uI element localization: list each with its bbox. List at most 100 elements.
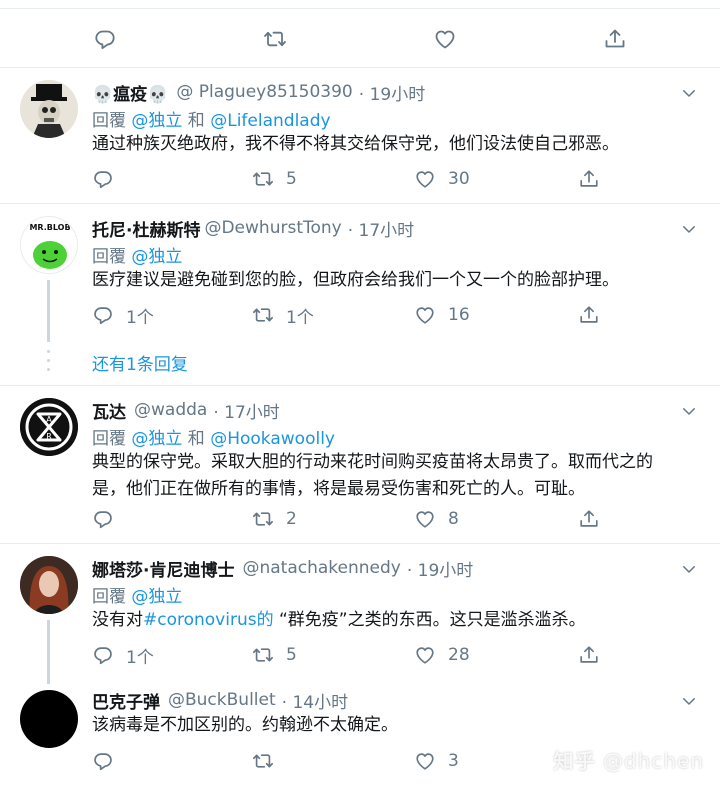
- like-count: 8: [448, 509, 459, 529]
- retweet-icon: [252, 508, 274, 530]
- share-icon: [578, 168, 600, 190]
- user-handle[interactable]: @natachakennedy: [242, 558, 400, 578]
- chevron-down-icon[interactable]: [680, 692, 698, 710]
- reply-label: 回覆: [92, 111, 132, 131]
- show-more-replies-link[interactable]: 还有1条回复: [92, 350, 188, 375]
- like-count: 30: [448, 169, 470, 189]
- avatar[interactable]: [20, 80, 78, 138]
- user-handle[interactable]: @DewhurstTony: [204, 218, 341, 238]
- display-name[interactable]: 瓦达: [92, 398, 126, 423]
- chevron-down-icon[interactable]: [680, 402, 698, 420]
- chevron-down-icon[interactable]: [680, 560, 698, 578]
- like-button[interactable]: 16: [414, 302, 470, 328]
- retweet-button[interactable]: 5: [252, 642, 297, 668]
- like-button[interactable]: 3: [414, 748, 459, 774]
- share-button[interactable]: [578, 302, 600, 328]
- display-name[interactable]: 巴克子弹: [92, 688, 160, 713]
- retweet-button[interactable]: 5: [252, 166, 297, 192]
- reply-button[interactable]: 1个: [92, 642, 154, 668]
- tweet-card[interactable]: 娜塔莎·肯尼迪博士 @natachakennedy · 19小时 回覆 @独立 …: [0, 544, 720, 684]
- tweet-text: 典型的保守党。采取大胆的行动来花时间购买疫苗将太昂贵了。取而代之的 是，他们正在…: [92, 449, 707, 503]
- thread-dot: [47, 359, 50, 362]
- tweet-text-segment: 没有对: [92, 610, 143, 630]
- mention-link[interactable]: @Lifelandlady: [210, 111, 330, 131]
- divider: [0, 8, 720, 9]
- reply-and: 和: [182, 429, 211, 449]
- timestamp[interactable]: · 19小时: [359, 80, 425, 105]
- tweet-text-line: 是，他们正在做所有的事情，将是最易受伤害和死亡的人。可耻。: [92, 479, 585, 499]
- previous-tweet-action-bar: [0, 0, 720, 68]
- share-button[interactable]: [578, 642, 600, 668]
- retweet-icon[interactable]: [260, 24, 290, 54]
- chevron-down-icon[interactable]: [680, 220, 698, 238]
- tweet-text-line: 典型的保守党。采取大胆的行动来花时间购买疫苗将太昂贵了。取而代之的: [92, 452, 653, 472]
- display-name[interactable]: 💀瘟疫💀: [92, 80, 168, 105]
- mention-link[interactable]: @独立: [131, 429, 182, 449]
- chevron-down-icon[interactable]: [680, 84, 698, 102]
- mr-blob-avatar-image: MR.BLOB: [21, 217, 77, 273]
- like-icon[interactable]: [430, 24, 460, 54]
- hashtag-link[interactable]: #coronovirus的: [143, 610, 274, 630]
- reply-button[interactable]: 1个: [92, 302, 154, 328]
- reply-count: 1个: [126, 647, 154, 668]
- like-button[interactable]: 28: [414, 642, 470, 668]
- reply-button[interactable]: [92, 506, 114, 532]
- like-button[interactable]: 30: [414, 166, 470, 192]
- tweet-card[interactable]: 💀瘟疫💀 @ Plaguey85150390 · 19小时 回覆 @独立 和 @…: [0, 68, 720, 204]
- thread-dot: [47, 368, 50, 371]
- tweet-text: 没有对#coronovirus的 “群免疫”之类的东西。这只是滥杀滥杀。: [92, 607, 707, 634]
- like-icon: [414, 750, 436, 772]
- thread-line: [47, 280, 50, 342]
- avatar[interactable]: A R: [20, 398, 78, 456]
- timestamp[interactable]: · 17小时: [348, 216, 414, 241]
- share-icon[interactable]: [600, 24, 630, 54]
- xr-logo-avatar-image: A R: [20, 398, 78, 456]
- display-name[interactable]: 娜塔莎·肯尼迪博士: [92, 556, 234, 581]
- retweet-icon: [252, 644, 274, 666]
- avatar[interactable]: [20, 690, 78, 748]
- user-handle[interactable]: @ Plaguey85150390: [176, 82, 352, 102]
- retweet-count: 5: [286, 645, 297, 665]
- retweet-button[interactable]: [252, 748, 274, 774]
- reply-context: 回覆 @独立 和 @Hookawoolly: [92, 424, 335, 449]
- svg-text:A: A: [46, 415, 52, 424]
- share-button[interactable]: [578, 166, 600, 192]
- reply-context: 回覆 @独立 和 @Lifelandlady: [92, 106, 331, 131]
- retweet-button[interactable]: 1个: [252, 302, 314, 328]
- mention-link[interactable]: @独立: [131, 111, 182, 131]
- thread-line: [47, 620, 50, 684]
- retweet-icon: [252, 750, 274, 772]
- retweet-count: 2: [286, 509, 297, 529]
- reply-button[interactable]: [92, 166, 114, 192]
- reply-icon: [92, 750, 114, 772]
- like-button[interactable]: 8: [414, 506, 459, 532]
- reply-label: 回覆: [92, 429, 132, 449]
- tweet-card[interactable]: A R 瓦达 @wadda · 17小时 回覆 @独立 和 @Hookawool…: [0, 386, 720, 544]
- user-handle[interactable]: @wadda: [134, 400, 207, 420]
- mention-link[interactable]: @独立: [131, 587, 182, 607]
- tweet-card[interactable]: MR.BLOB 托尼·杜赫斯特 @DewhurstTony · 17小时 回覆 …: [0, 204, 720, 386]
- reply-context: 回覆 @独立: [92, 242, 182, 267]
- timestamp[interactable]: · 17小时: [213, 398, 279, 423]
- timestamp[interactable]: · 19小时: [407, 556, 473, 581]
- tweet-text-segment: “群免疫”之类的东西。这只是滥杀滥杀。: [273, 610, 586, 630]
- reply-label: 回覆: [92, 587, 132, 607]
- timestamp[interactable]: · 14小时: [282, 688, 348, 713]
- user-handle[interactable]: @BuckBullet: [168, 690, 276, 710]
- reply-button[interactable]: [92, 748, 114, 774]
- watermark-brand: 知乎: [553, 749, 596, 773]
- retweet-button[interactable]: 2: [252, 506, 297, 532]
- share-button[interactable]: [578, 506, 600, 532]
- reply-icon[interactable]: [90, 24, 120, 54]
- reply-context: 回覆 @独立: [92, 582, 182, 607]
- display-name[interactable]: 托尼·杜赫斯特: [92, 216, 200, 241]
- tweet-text: 医疗建议是避免碰到您的脸，但政府会给我们一个又一个的脸部护理。: [92, 270, 619, 290]
- avatar[interactable]: MR.BLOB: [20, 216, 78, 274]
- reply-and: 和: [182, 111, 211, 131]
- like-icon: [414, 168, 436, 190]
- mention-link[interactable]: @独立: [131, 247, 182, 267]
- reply-icon: [92, 304, 114, 326]
- retweet-icon: [252, 304, 274, 326]
- avatar[interactable]: [20, 556, 78, 614]
- mention-link[interactable]: @Hookawoolly: [210, 429, 335, 449]
